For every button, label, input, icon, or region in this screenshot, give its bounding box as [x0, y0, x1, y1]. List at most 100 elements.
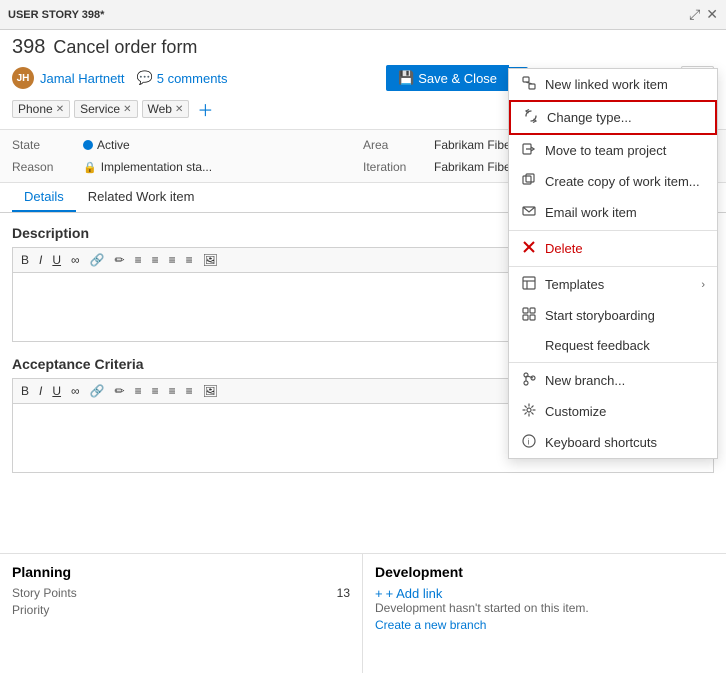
ac-link-button[interactable]: 🔗 — [86, 382, 109, 400]
work-item-id: 398 — [12, 36, 45, 59]
menu-storyboard[interactable]: Start storyboarding — [509, 300, 717, 331]
indent-button[interactable]: ≡ — [165, 251, 180, 269]
state-field: State Active — [12, 136, 363, 154]
move-team-label: Move to team project — [545, 143, 666, 158]
bottom-panels: Planning Story Points 13 Priority Develo… — [0, 553, 726, 673]
avatar: JH — [12, 67, 34, 89]
author-name[interactable]: Jamal Hartnett — [40, 71, 125, 86]
ul-button[interactable]: ≡ — [131, 251, 146, 269]
outdent-button[interactable]: ≡ — [182, 251, 197, 269]
templates-chevron-icon: › — [701, 279, 705, 291]
menu-move-team[interactable]: Move to team project — [509, 135, 717, 166]
ac-underline-button[interactable]: U — [48, 382, 65, 400]
strikethrough-button[interactable]: ∞ — [67, 251, 84, 269]
feedback-label: Request feedback — [545, 338, 650, 353]
italic-button[interactable]: I — [35, 251, 46, 269]
customize-icon — [521, 403, 537, 420]
close-icon[interactable]: ✕ — [706, 6, 718, 23]
comments-button[interactable]: 💬 5 comments — [131, 68, 234, 88]
story-points-value[interactable]: 13 — [337, 586, 350, 600]
title-row: 398 Cancel order form — [12, 36, 714, 59]
keyboard-shortcuts-icon: i — [521, 434, 537, 451]
state-label: State — [12, 138, 77, 152]
comments-label: 5 comments — [157, 71, 228, 86]
reason-field: Reason 🔒 Implementation sta... — [12, 158, 363, 176]
add-tag-button[interactable]: ＋ — [193, 97, 217, 121]
development-panel: Development + + Add link Development has… — [363, 554, 726, 673]
tag-web-close[interactable]: ✕ — [175, 104, 183, 115]
tag-phone-close[interactable]: ✕ — [56, 104, 64, 115]
storyboard-label: Start storyboarding — [545, 308, 655, 323]
ac-ol-button[interactable]: ≡ — [148, 382, 163, 400]
ac-strikethrough-button[interactable]: ∞ — [67, 382, 84, 400]
tab-details[interactable]: Details — [12, 183, 76, 212]
delete-icon — [521, 240, 537, 257]
image-button[interactable]: 🖼 — [199, 251, 222, 269]
menu-divider-3 — [509, 362, 717, 363]
ac-edit-button[interactable]: ✏ — [111, 382, 129, 400]
area-value[interactable]: Fabrikam Fiber — [434, 138, 515, 152]
tab-related-work-item[interactable]: Related Work item — [76, 183, 207, 212]
menu-templates[interactable]: Templates › — [509, 269, 717, 300]
email-icon — [521, 204, 537, 221]
add-link-button[interactable]: + + Add link — [375, 586, 714, 601]
new-branch-icon — [521, 372, 537, 389]
tag-service-close[interactable]: ✕ — [123, 104, 131, 115]
lock-icon: 🔒 — [83, 161, 97, 174]
work-item-type-label: USER STORY 398* — [8, 9, 104, 21]
comment-icon: 💬 — [137, 70, 153, 86]
ac-bold-button[interactable]: B — [17, 382, 33, 400]
priority-label: Priority — [12, 603, 77, 617]
iteration-label: Iteration — [363, 160, 428, 174]
save-close-group: 💾 Save & Close ▾ — [386, 65, 527, 91]
reason-value[interactable]: 🔒 Implementation sta... — [83, 160, 212, 174]
keyboard-shortcuts-label: Keyboard shortcuts — [545, 435, 657, 450]
title-bar: USER STORY 398* ⤢ ✕ — [0, 0, 726, 30]
priority-row: Priority — [12, 603, 350, 617]
planning-panel: Planning Story Points 13 Priority — [0, 554, 363, 673]
menu-email[interactable]: Email work item — [509, 197, 717, 228]
underline-button[interactable]: U — [48, 251, 65, 269]
menu-delete[interactable]: Delete — [509, 233, 717, 264]
menu-customize[interactable]: Customize — [509, 396, 717, 427]
menu-change-type[interactable]: Change type... — [509, 100, 717, 135]
ol-button[interactable]: ≡ — [148, 251, 163, 269]
ac-outdent-button[interactable]: ≡ — [182, 382, 197, 400]
iteration-value[interactable]: Fabrikam Fiber — [434, 160, 515, 174]
menu-keyboard-shortcuts[interactable]: i Keyboard shortcuts — [509, 427, 717, 458]
create-branch-link[interactable]: Create a new branch — [375, 618, 714, 632]
planning-title: Planning — [12, 564, 350, 580]
menu-divider-1 — [509, 230, 717, 231]
save-close-button[interactable]: 💾 Save & Close — [386, 65, 509, 91]
expand-icon[interactable]: ⤢ — [689, 6, 700, 23]
create-copy-label: Create copy of work item... — [545, 174, 700, 189]
tag-phone-label: Phone — [18, 102, 53, 116]
ac-italic-button[interactable]: I — [35, 382, 46, 400]
area-label: Area — [363, 138, 428, 152]
bold-button[interactable]: B — [17, 251, 33, 269]
plus-icon: + — [375, 586, 383, 601]
new-linked-label: New linked work item — [545, 77, 668, 92]
ac-indent-button[interactable]: ≡ — [165, 382, 180, 400]
templates-label: Templates — [545, 277, 604, 292]
menu-divider-2 — [509, 266, 717, 267]
edit-button[interactable]: ✏ — [111, 251, 129, 269]
dropdown-menu: New linked work item Change type... Move… — [508, 68, 718, 459]
move-team-icon — [521, 142, 537, 159]
ac-ul-button[interactable]: ≡ — [131, 382, 146, 400]
tag-service: Service ✕ — [74, 100, 137, 118]
title-bar-actions: ⤢ ✕ — [689, 6, 718, 23]
state-value[interactable]: Active — [83, 138, 130, 152]
customize-label: Customize — [545, 404, 606, 419]
dev-empty-text: Development hasn't started on this item. — [375, 601, 714, 615]
menu-create-copy[interactable]: Create copy of work item... — [509, 166, 717, 197]
menu-feedback[interactable]: Request feedback — [509, 331, 717, 360]
menu-new-branch[interactable]: New branch... — [509, 365, 717, 396]
link-button[interactable]: 🔗 — [86, 251, 109, 269]
tag-service-label: Service — [80, 102, 120, 116]
delete-label: Delete — [545, 241, 583, 256]
story-points-label: Story Points — [12, 586, 77, 600]
ac-image-button[interactable]: 🖼 — [199, 382, 222, 400]
development-title: Development — [375, 564, 714, 580]
menu-new-linked[interactable]: New linked work item — [509, 69, 717, 100]
